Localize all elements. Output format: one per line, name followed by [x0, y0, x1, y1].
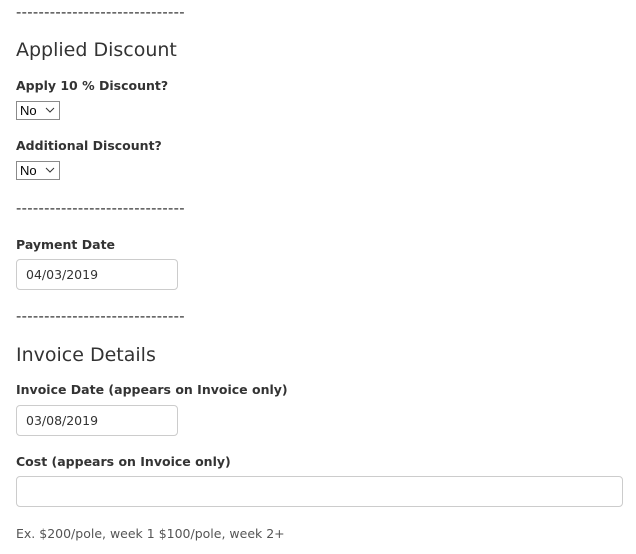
cost-help-text: Ex. $200/pole, week 1 $100/pole, week 2+: [16, 526, 285, 541]
apply-10-discount-select[interactable]: No: [16, 101, 60, 120]
invoice-details-heading: Invoice Details: [16, 344, 156, 366]
additional-discount-select[interactable]: No: [16, 161, 60, 180]
invoice-date-input[interactable]: [16, 405, 178, 436]
additional-discount-value: No: [20, 163, 37, 178]
section-divider: ------------------------------: [16, 4, 185, 21]
payment-date-label: Payment Date: [16, 237, 116, 252]
invoice-date-label: Invoice Date (appears on Invoice only): [16, 382, 288, 397]
additional-discount-label: Additional Discount?: [16, 138, 162, 153]
chevron-down-icon: [45, 167, 55, 173]
chevron-down-icon: [45, 107, 55, 113]
section-divider: ------------------------------: [16, 308, 185, 325]
payment-date-input[interactable]: [16, 259, 178, 290]
apply-10-discount-label: Apply 10 % Discount?: [16, 78, 169, 93]
section-divider: ------------------------------: [16, 200, 185, 217]
applied-discount-heading: Applied Discount: [16, 39, 177, 61]
cost-label: Cost (appears on Invoice only): [16, 454, 231, 469]
apply-10-discount-value: No: [20, 103, 37, 118]
cost-input[interactable]: [16, 476, 623, 507]
